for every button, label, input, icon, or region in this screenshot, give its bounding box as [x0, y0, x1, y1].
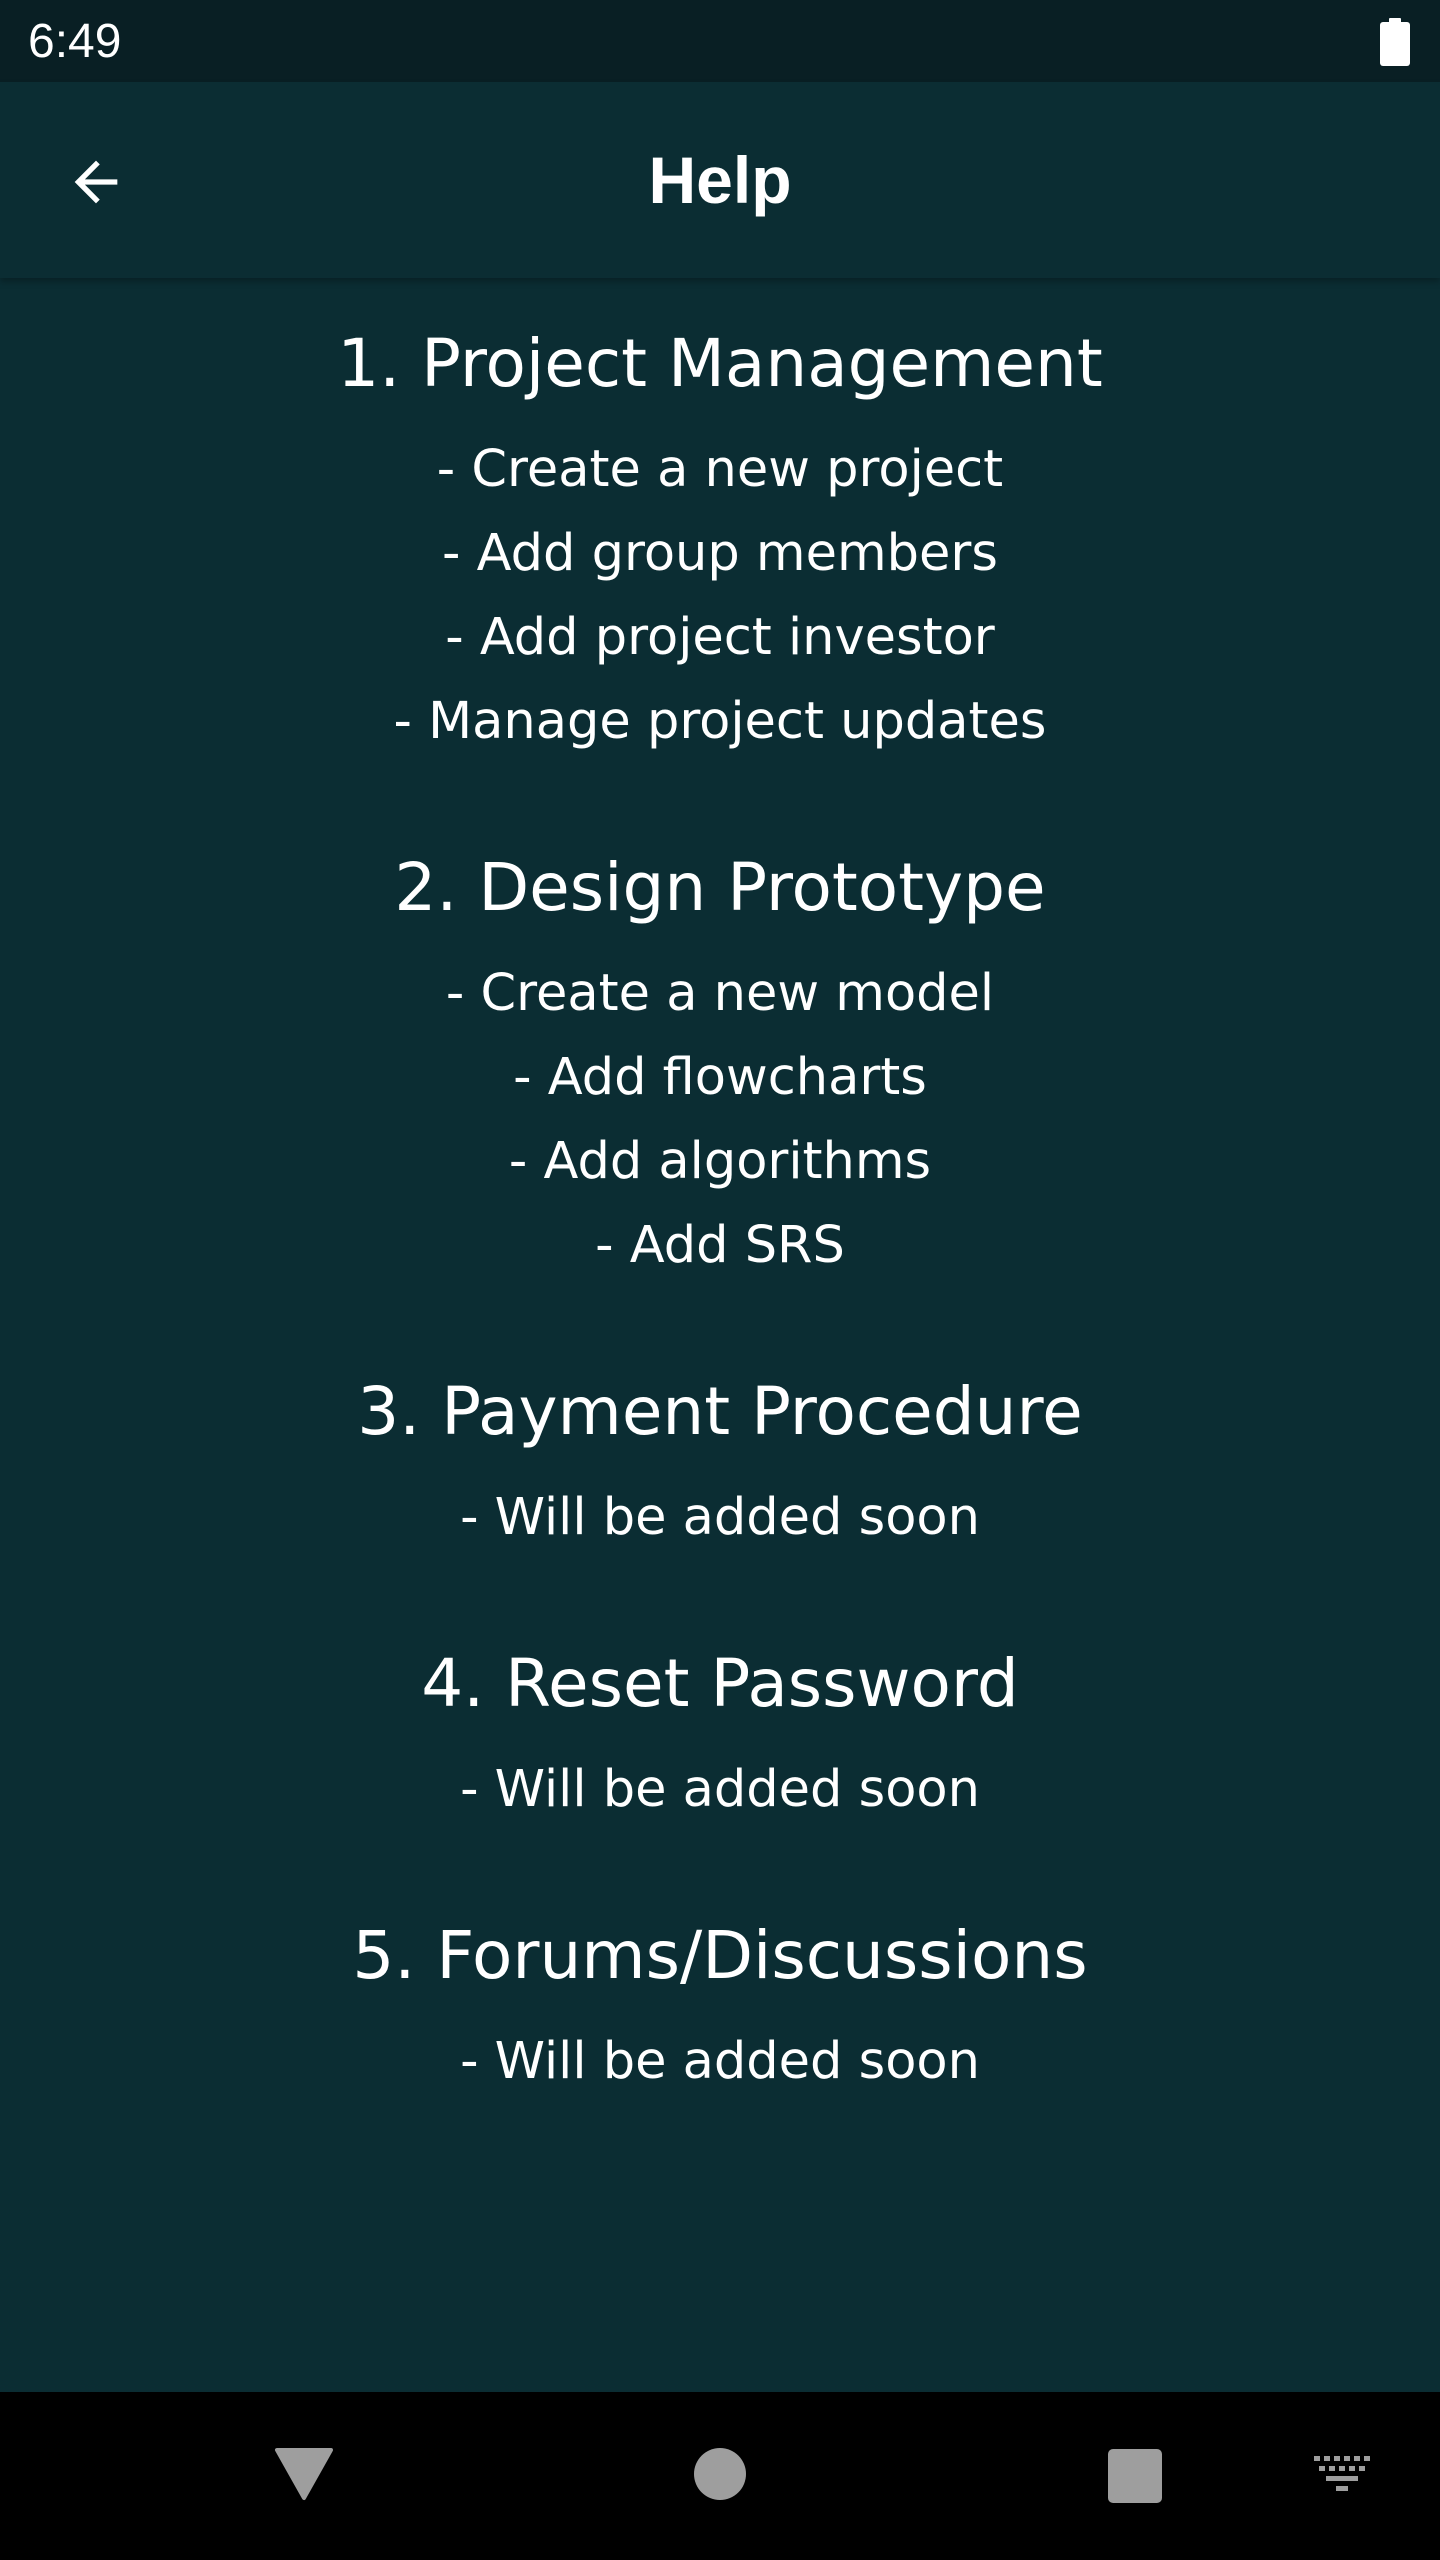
- help-section-payment-procedure: 3. Payment Procedure - Will be added soo…: [0, 1372, 1440, 1560]
- section-title: 1. Project Management: [337, 325, 1103, 402]
- triangle-back-icon[interactable]: [274, 2447, 334, 2501]
- status-bar: 6:49: [0, 0, 1440, 82]
- page-title: Help: [648, 143, 792, 217]
- status-time: 6:49: [28, 15, 122, 68]
- section-title: 3. Payment Procedure: [357, 1373, 1083, 1450]
- section-title: 2. Design Prototype: [394, 849, 1046, 926]
- list-item: - Create a new project: [436, 440, 1004, 499]
- arrow-left-icon: [74, 160, 118, 204]
- system-nav-bar: [0, 2392, 1440, 2560]
- list-item: - Add flowcharts: [513, 1048, 927, 1107]
- section-title: 5. Forums/Discussions: [352, 1917, 1088, 1994]
- help-section-forums: 5. Forums/Discussions - Will be added so…: [0, 1916, 1440, 2104]
- keyboard-icon[interactable]: [1314, 2456, 1370, 2492]
- list-item: - Manage project updates: [393, 692, 1047, 751]
- back-button[interactable]: [48, 134, 144, 230]
- app-bar: Help: [0, 82, 1440, 278]
- help-section-reset-password: 4. Reset Password - Will be added soon: [0, 1644, 1440, 1832]
- battery-full-icon: [1380, 18, 1410, 66]
- list-item: - Add SRS: [595, 1216, 845, 1275]
- circle-home-icon[interactable]: [694, 2448, 746, 2500]
- help-content: 1. Project Management - Create a new pro…: [0, 278, 1440, 2392]
- list-item: - Will be added soon: [460, 1760, 980, 1819]
- help-section-design-prototype: 2. Design Prototype - Create a new model…: [0, 848, 1440, 1288]
- list-item: - Create a new model: [445, 964, 995, 1023]
- section-title: 4. Reset Password: [421, 1645, 1019, 1722]
- list-item: - Add group members: [442, 524, 998, 583]
- list-item: - Will be added soon: [460, 2032, 980, 2091]
- help-section-project-management: 1. Project Management - Create a new pro…: [0, 324, 1440, 764]
- square-recents-icon[interactable]: [1108, 2449, 1162, 2503]
- list-item: - Add project investor: [445, 608, 995, 667]
- list-item: - Will be added soon: [460, 1488, 980, 1547]
- list-item: - Add algorithms: [508, 1132, 932, 1191]
